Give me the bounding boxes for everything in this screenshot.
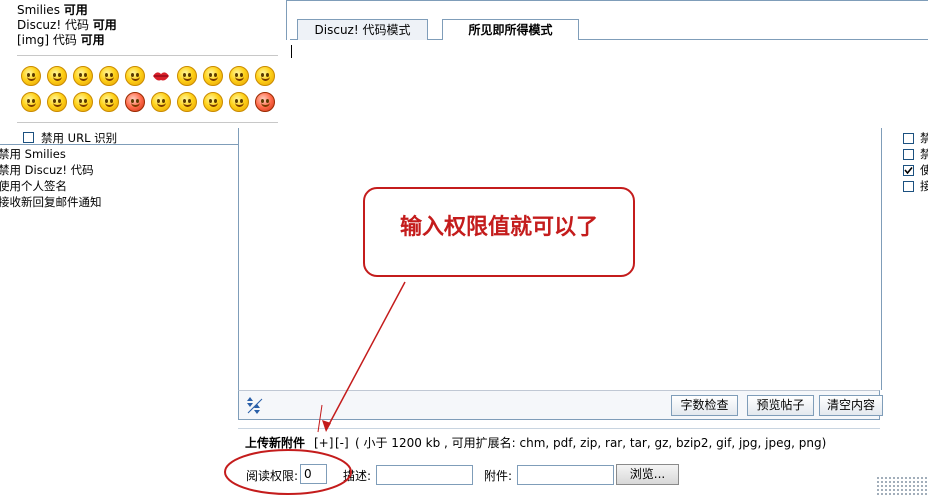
happy-icon[interactable] <box>229 66 249 86</box>
read-permission-label: 阅读权限: <box>246 469 299 483</box>
description-input[interactable] <box>376 465 473 485</box>
upload-title: 上传新附件 <box>245 436 306 450</box>
right-option-checkbox[interactable] <box>903 133 914 144</box>
disable-url-label: 禁用 URL 识别 <box>41 131 118 145</box>
receive-notify-label: 接收新回复邮件通知 <box>0 195 102 209</box>
divider <box>17 55 278 56</box>
laugh-icon[interactable] <box>73 92 93 112</box>
description-label: 描述: <box>343 469 372 483</box>
use-signature-label: 使用个人签名 <box>0 179 67 193</box>
divider <box>17 122 278 123</box>
remove-attachment-link[interactable]: [-] <box>335 433 349 453</box>
read-permission-input[interactable]: 0 <box>300 464 327 484</box>
right-option-checkbox[interactable] <box>903 149 914 160</box>
resize-icon[interactable] <box>246 395 264 415</box>
editor-area-top[interactable] <box>286 40 928 128</box>
text-cursor <box>291 45 292 58</box>
resize-grip[interactable] <box>876 476 928 496</box>
angry-icon[interactable] <box>125 92 145 112</box>
confused-icon[interactable] <box>47 92 67 112</box>
lips-icon[interactable] <box>151 66 171 86</box>
check-icon <box>904 166 913 175</box>
right-options-column: 禁 禁 使 接 <box>896 128 928 208</box>
annotation-text: 输入权限值就可以了 <box>399 214 598 240</box>
smile-icon[interactable] <box>21 66 41 86</box>
right-option-label: 接 <box>920 179 928 193</box>
clock-icon[interactable] <box>125 66 145 86</box>
shy-icon[interactable] <box>255 66 275 86</box>
disable-url-checkbox[interactable] <box>23 132 34 143</box>
tongue-icon[interactable] <box>21 92 41 112</box>
right-option-label: 使 <box>920 163 928 177</box>
hungry-icon[interactable] <box>229 92 249 112</box>
cry-icon[interactable] <box>99 92 119 112</box>
smilies-status: Smilies 可用 <box>17 3 88 17</box>
smilies-panel: Smilies 可用 Discuz! 代码 可用 [img] 代码 可用 禁用 … <box>0 0 287 145</box>
right-option-checkbox[interactable] <box>903 181 914 192</box>
discuz-code-status: Discuz! 代码 可用 <box>17 18 117 32</box>
mad-icon[interactable] <box>255 92 275 112</box>
clear-content-button[interactable]: 清空内容 <box>819 395 883 416</box>
upload-section: 上传新附件 [+] [-] ( 小于 1200 kb , 可用扩展名: chm,… <box>238 428 880 457</box>
img-code-status: [img] 代码 可用 <box>17 33 105 47</box>
handshake-icon[interactable] <box>177 66 197 86</box>
right-option-label: 禁 <box>920 147 928 161</box>
preview-button[interactable]: 预览帖子 <box>747 395 814 416</box>
right-option-label: 禁 <box>920 131 928 145</box>
browse-button[interactable]: 浏览... <box>616 464 679 485</box>
thumbs-up-icon[interactable] <box>73 66 93 86</box>
add-attachment-link[interactable]: [+] <box>314 433 333 453</box>
disable-smilies-label: 禁用 Smilies <box>0 147 66 161</box>
tab-discuz-code-mode[interactable]: Discuz! 代码模式 <box>297 19 428 40</box>
editor-bottom-toolbar: 字数检查 预览帖子 清空内容 <box>238 390 883 420</box>
disable-discuz-label: 禁用 Discuz! 代码 <box>0 163 94 177</box>
grin-icon[interactable] <box>47 66 67 86</box>
attachment-file-input[interactable] <box>517 465 614 485</box>
tab-wysiwyg-mode[interactable]: 所见即所得模式 <box>442 19 579 41</box>
right-option-checkbox-checked[interactable] <box>903 165 914 176</box>
victory-icon[interactable] <box>99 66 119 86</box>
cool-icon[interactable] <box>203 92 223 112</box>
word-check-button[interactable]: 字数检查 <box>671 395 738 416</box>
attachment-label: 附件: <box>484 469 513 483</box>
wink-icon[interactable] <box>177 92 197 112</box>
upload-info: ( 小于 1200 kb , 可用扩展名: chm, pdf, zip, rar… <box>355 436 827 450</box>
surprised-icon[interactable] <box>151 92 171 112</box>
top-border <box>286 0 928 1</box>
phone-icon[interactable] <box>203 66 223 86</box>
annotation-callout: 输入权限值就可以了 <box>363 187 635 277</box>
